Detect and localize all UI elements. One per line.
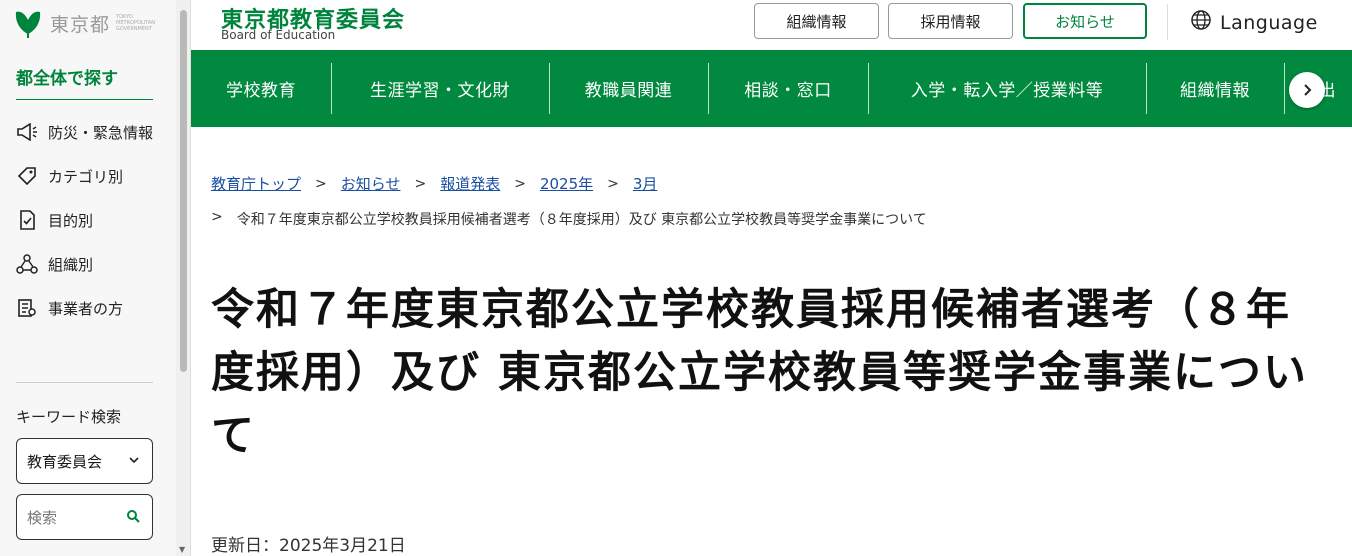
search-scope-select[interactable]: 教育委員会 bbox=[16, 438, 153, 484]
sidebar-divider bbox=[16, 382, 153, 383]
global-nav: 学校教育 生涯学習・文化財 教職員関連 相談・窓口 入学・転入学／授業料等 組織… bbox=[191, 50, 1352, 127]
sidebar-item-organization[interactable]: 組織別 bbox=[16, 252, 156, 278]
logo-subtext: TOKYO METROPOLITAN GOVERNMENT bbox=[116, 14, 155, 32]
logo-text: 東京都 bbox=[50, 13, 111, 36]
breadcrumb-link[interactable]: 教育庁トップ bbox=[211, 173, 301, 194]
ginkgo-logo-icon bbox=[14, 8, 42, 38]
sidebar-item-business[interactable]: 事業者の方 bbox=[16, 296, 156, 322]
breadcrumb-link[interactable]: お知らせ bbox=[341, 173, 401, 194]
sidebar-item-label: 防災・緊急情報 bbox=[48, 124, 154, 142]
chevron-right-icon bbox=[1304, 84, 1312, 96]
nav-item-staff[interactable]: 教職員関連 bbox=[549, 50, 708, 127]
language-label: Language bbox=[1220, 11, 1318, 34]
keyword-search-label: キーワード検索 bbox=[16, 408, 122, 426]
megaphone-icon bbox=[16, 120, 38, 144]
search-scope-value: 教育委員会 bbox=[27, 453, 103, 471]
sidebar-item-label: カテゴリ別 bbox=[48, 168, 124, 186]
nav-item-consultation[interactable]: 相談・窓口 bbox=[708, 50, 868, 127]
chevron-down-icon bbox=[128, 452, 140, 470]
sidebar-heading: 都全体で探す bbox=[16, 64, 153, 100]
nav-scroll-next-button[interactable] bbox=[1289, 72, 1325, 108]
breadcrumb-current-label: 令和７年度東京都公立学校教員採用候補者選考（８年度採用）及び 東京都公立学校教員… bbox=[236, 212, 927, 228]
sidebar-item-purpose[interactable]: 目的別 bbox=[16, 208, 156, 234]
tag-icon bbox=[16, 164, 38, 188]
org-chart-icon bbox=[16, 252, 38, 276]
page-title: 令和７年度東京都公立学校教員採用候補者選考（８年度採用）及び 東京都公立学校教員… bbox=[211, 285, 1308, 461]
business-icon bbox=[16, 296, 38, 320]
chevron-right-icon: > bbox=[211, 209, 223, 225]
sidebar-list: 防災・緊急情報 カテゴリ別 目的別 組織別 事業者の方 bbox=[16, 120, 156, 340]
chevron-right-icon: > bbox=[315, 175, 327, 192]
sidebar-item-label: 事業者の方 bbox=[48, 300, 124, 318]
nav-item-school-education[interactable]: 学校教育 bbox=[191, 50, 331, 127]
org-info-button[interactable]: 組織情報 bbox=[754, 3, 879, 39]
nav-item-lifelong-learning[interactable]: 生涯学習・文化財 bbox=[331, 50, 549, 127]
sidebar-item-category[interactable]: カテゴリ別 bbox=[16, 164, 156, 190]
sidebar-item-label: 組織別 bbox=[48, 256, 94, 274]
search-icon[interactable] bbox=[126, 509, 140, 527]
globe-icon bbox=[1190, 9, 1212, 36]
main-content: 教育庁トップ > お知らせ > 報道発表 > 2025年 > 3月 > 令和７年… bbox=[191, 127, 1352, 556]
search-placeholder: 検索 bbox=[27, 509, 58, 527]
tokyo-logo[interactable]: 東京都 TOKYO METROPOLITAN GOVERNMENT bbox=[14, 8, 164, 38]
language-button[interactable]: Language bbox=[1190, 9, 1318, 36]
updated-date: 更新日：2025年3月21日 bbox=[211, 536, 406, 556]
nav-item-org-info[interactable]: 組織情報 bbox=[1146, 50, 1284, 127]
scroll-down-arrow-icon[interactable]: ▼ bbox=[179, 545, 185, 554]
sidebar-item-disaster[interactable]: 防災・緊急情報 bbox=[16, 120, 156, 146]
site-subtitle: Board of Education bbox=[221, 28, 336, 42]
nav-divider bbox=[1284, 63, 1285, 114]
sidebar-item-label: 目的別 bbox=[48, 212, 94, 230]
sidebar: 東京都 TOKYO METROPOLITAN GOVERNMENT 都全体で探す… bbox=[0, 0, 176, 556]
breadcrumb-current: > 令和７年度東京都公立学校教員採用候補者選考（８年度採用）及び 東京都公立学校… bbox=[211, 209, 927, 229]
header-divider bbox=[1167, 4, 1168, 40]
nav-item-admission[interactable]: 入学・転入学／授業料等 bbox=[868, 50, 1146, 127]
notices-button[interactable]: お知らせ bbox=[1023, 3, 1147, 39]
checklist-icon bbox=[16, 208, 38, 232]
search-input[interactable]: 検索 bbox=[16, 494, 153, 540]
chevron-right-icon: > bbox=[414, 175, 427, 192]
breadcrumb-link[interactable]: 2025年 bbox=[540, 173, 593, 194]
scrollbar-thumb[interactable] bbox=[180, 10, 187, 372]
breadcrumb: 教育庁トップ > お知らせ > 報道発表 > 2025年 > 3月 bbox=[211, 173, 657, 194]
chevron-right-icon: > bbox=[514, 175, 526, 192]
sidebar-scrollbar[interactable]: ▼ bbox=[176, 0, 191, 556]
breadcrumb-link[interactable]: 3月 bbox=[633, 173, 658, 194]
site-header: 東京都教育委員会 Board of Education 組織情報 採用情報 お知… bbox=[191, 0, 1352, 50]
chevron-right-icon: > bbox=[607, 175, 619, 192]
recruitment-button[interactable]: 採用情報 bbox=[888, 3, 1013, 39]
breadcrumb-link[interactable]: 報道発表 bbox=[440, 173, 500, 194]
